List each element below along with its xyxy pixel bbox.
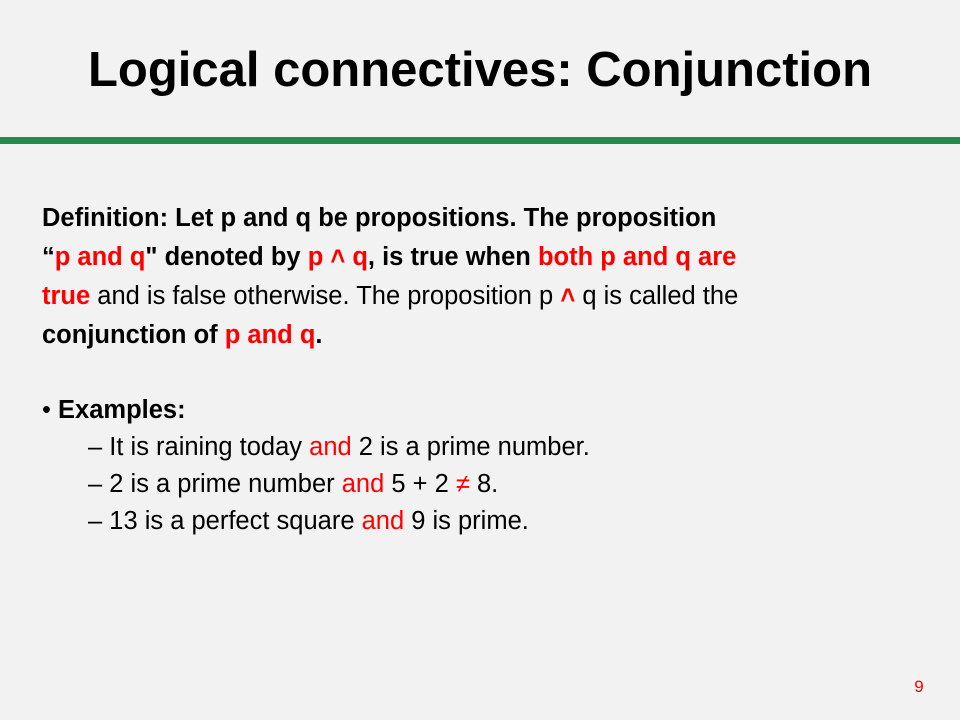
denoted-by-text: denoted by [157, 243, 308, 271]
highlight-p-and-q: p and q [54, 243, 146, 271]
example-text-post: 2 is a prime number. [351, 433, 590, 461]
conjunction-of-text: conjunction of [42, 321, 225, 349]
connective-and: and [361, 507, 405, 535]
bullet-icon: • [42, 396, 51, 424]
dash: – [88, 507, 103, 535]
called-the-text: q is called the [575, 282, 739, 310]
quote-open: “ [42, 243, 55, 271]
dash: – [88, 433, 103, 461]
examples-section: • Examples: – It is raining today and 2 … [42, 392, 922, 540]
not-equal-symbol: ≠ [455, 470, 470, 498]
example-text-pre: 13 is a perfect square [102, 507, 362, 535]
highlight-true: true [42, 282, 91, 310]
example-text-pre: 2 is a prime number [102, 470, 342, 498]
definition-line-2: “p and q" denoted by p ˄ q, is true when… [42, 238, 942, 277]
highlight-both-true: both p and q are [537, 243, 737, 271]
example-item: – It is raining today and 2 is a prime n… [42, 429, 922, 466]
examples-heading-label: Examples: [58, 396, 186, 424]
connective-and: and [309, 433, 352, 461]
final-period: . [315, 321, 323, 349]
highlight-conjunction-expression: p ˄ q [307, 243, 368, 271]
definition-intro: Definition: Let p and q be propositions.… [42, 204, 717, 232]
definition-line-4: conjunction of p and q. [42, 316, 942, 355]
false-otherwise-text: and is false otherwise. The proposition … [90, 282, 561, 310]
definition-text: Definition: Let p and q be propositions.… [42, 199, 942, 355]
title-divider [0, 137, 960, 144]
page-number: 9 [914, 677, 924, 696]
examples-heading: • Examples: [42, 392, 922, 429]
connective-and: and [341, 470, 385, 498]
dash: – [88, 470, 103, 498]
quote-close: " [145, 243, 158, 271]
true-when-text: , is true when [367, 243, 538, 271]
example-item: – 13 is a perfect square and 9 is prime. [42, 503, 922, 540]
example-text-post: 5 + 2 [384, 470, 456, 498]
highlight-p-and-q-2: p and q [224, 321, 316, 349]
example-item: – 2 is a prime number and 5 + 2 ≠ 8. [42, 466, 922, 503]
example-text-post: 9 is prime. [404, 507, 529, 535]
slide-title: Logical connectives: Conjunction [87, 43, 873, 97]
definition-line-1: Definition: Let p and q be propositions.… [42, 199, 942, 238]
wedge-symbol: ˄ [560, 282, 576, 310]
definition-line-3: true and is false otherwise. The proposi… [42, 277, 942, 316]
example-text-post-2: 8. [469, 470, 499, 498]
example-text-pre: It is raining today [102, 433, 310, 461]
